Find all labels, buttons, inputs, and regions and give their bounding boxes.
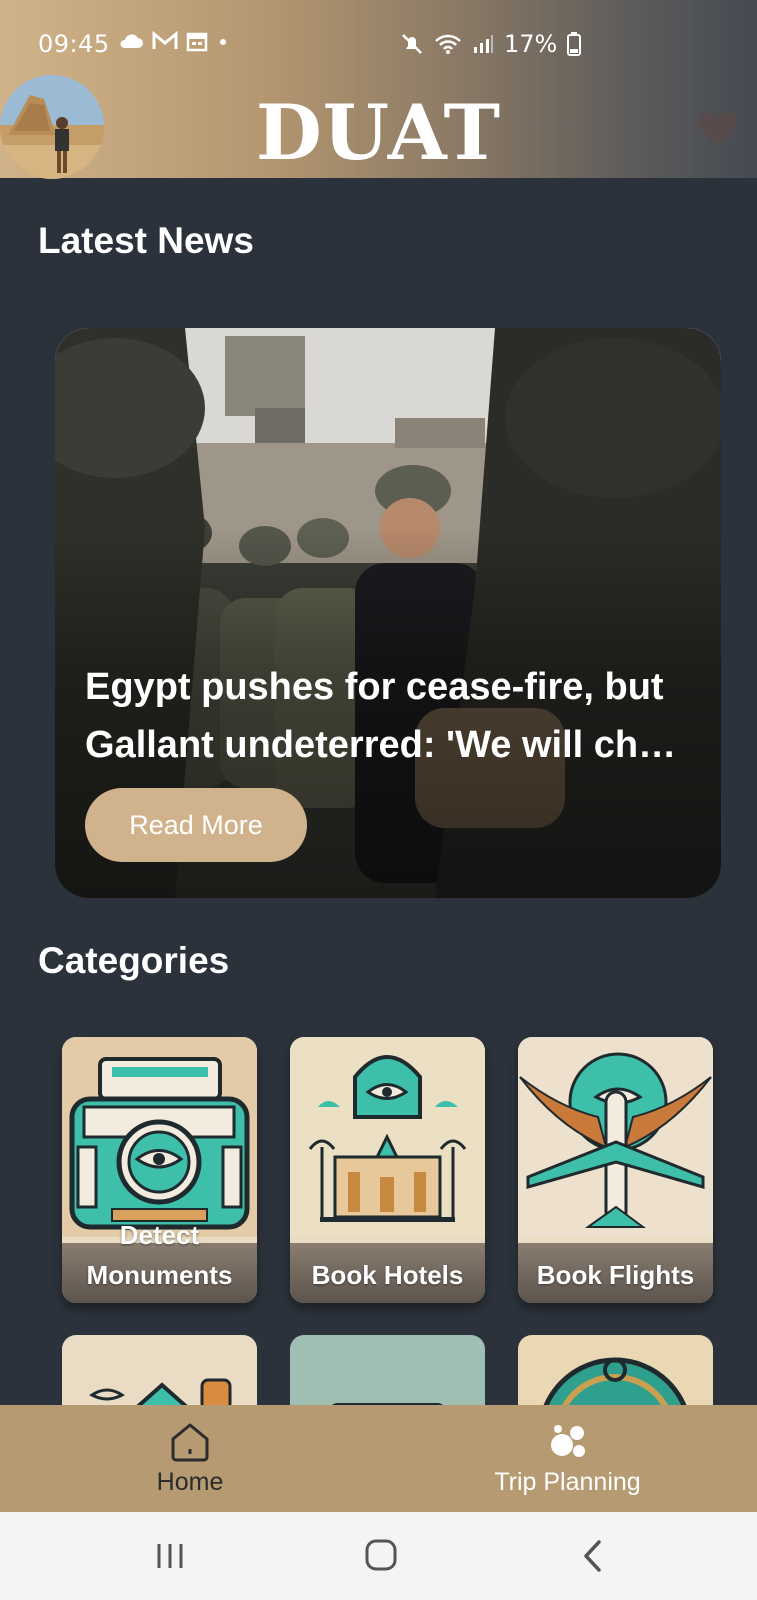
wifi-icon: [435, 34, 461, 54]
battery-icon: [567, 32, 582, 56]
status-time: 09:45: [38, 30, 110, 58]
status-icons-right: 17%: [400, 30, 582, 58]
category-label: Book Flights: [536, 1260, 695, 1290]
category-detect-monuments[interactable]: Detect Monuments: [62, 1037, 257, 1303]
category-book-hotels[interactable]: Book Hotels: [290, 1037, 485, 1303]
mute-icon: [402, 34, 422, 54]
battery-percent: 17%: [504, 30, 558, 58]
home-system-icon[interactable]: [361, 1538, 401, 1574]
hotel-icon: [290, 1037, 485, 1237]
trip-planning-icon: [550, 1425, 585, 1457]
nav-home-label: Home: [156, 1468, 224, 1496]
app-title: DUAT: [255, 88, 502, 177]
category-label-line1: Detect: [119, 1220, 200, 1250]
latest-news-title: Latest News: [38, 220, 254, 261]
airplane-icon: [518, 1037, 713, 1237]
bottom-navigation: Home Trip Planning: [0, 1405, 757, 1512]
categories-title: Categories: [38, 940, 230, 981]
status-bar: 09:45 17%: [0, 26, 757, 66]
news-card[interactable]: Egypt pushes for cease-fire, but Gallant…: [55, 328, 721, 898]
gmail-icon: [152, 31, 178, 49]
monument-scanner-icon: [62, 1037, 257, 1237]
nav-trip-planning-label: Trip Planning: [494, 1468, 641, 1496]
back-icon[interactable]: [574, 1538, 614, 1574]
system-navigation-bar: [0, 1512, 757, 1600]
read-more-button[interactable]: Read More: [85, 788, 307, 862]
nav-trip-planning[interactable]: Trip Planning: [480, 1405, 655, 1512]
home-icon: [171, 1423, 209, 1462]
calendar-icon: [186, 32, 208, 52]
signal-icon: [474, 35, 493, 53]
recent-apps-icon[interactable]: [150, 1538, 190, 1574]
app-header: 09:45 17% DUAT: [0, 0, 757, 179]
category-label: Monuments: [86, 1260, 233, 1290]
nav-home[interactable]: Home: [120, 1405, 260, 1512]
heart-icon[interactable]: [696, 108, 740, 148]
status-icons-left: [118, 30, 230, 52]
dot-icon: [220, 39, 226, 45]
category-book-flights[interactable]: Book Flights: [518, 1037, 713, 1303]
category-label: Book Hotels: [311, 1260, 464, 1290]
news-headline: Egypt pushes for cease-fire, but Gallant…: [85, 666, 677, 766]
cloud-icon: [120, 34, 143, 48]
